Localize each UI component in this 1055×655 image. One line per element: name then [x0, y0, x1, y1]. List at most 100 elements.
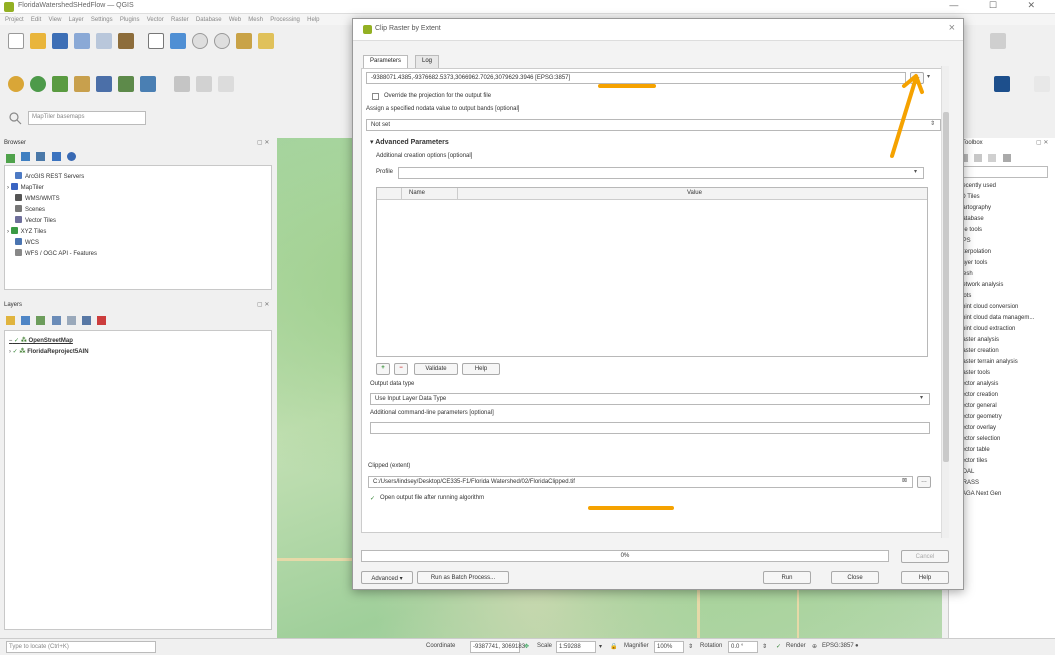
clipping-extent-field[interactable]: -9388071.4385,-9376682.5373,3066962.7026… [366, 72, 906, 84]
edit-pencil-icon[interactable] [174, 76, 190, 92]
render-checkbox[interactable]: ✓ [776, 643, 781, 650]
add-raster-icon[interactable] [30, 76, 46, 92]
run-button[interactable]: Run [763, 571, 811, 584]
browser-item-wms[interactable]: WMS/WMTS [15, 194, 60, 202]
scale-field[interactable]: 1:59288 [556, 641, 596, 653]
toolbox-results-icon[interactable] [988, 154, 997, 162]
magnifier-field[interactable]: 100% [654, 641, 684, 653]
filter-icon[interactable] [36, 152, 46, 161]
collapse-all-layers-icon[interactable] [82, 316, 92, 325]
locator-input[interactable]: Type to locate (Ctrl+K) [6, 641, 156, 653]
open-project-icon[interactable] [30, 33, 46, 49]
override-projection-checkbox[interactable] [372, 93, 379, 100]
add-delimited-text-icon[interactable] [96, 76, 112, 92]
toolbox-item[interactable]: Point cloud data managem... [958, 315, 1034, 321]
remove-option-icon[interactable]: − [394, 363, 408, 375]
nodata-field[interactable]: Not set [366, 119, 941, 131]
layer-checkbox-florida[interactable]: ✓ [13, 349, 18, 355]
browser-item-xyz[interactable]: › XYZ Tiles [7, 227, 46, 235]
edit-tools-icon[interactable] [196, 76, 212, 92]
dialog-scrollbar[interactable] [941, 66, 949, 538]
new-geopackage-icon[interactable] [118, 76, 134, 92]
expand-all-icon[interactable] [66, 316, 76, 325]
clipped-output-path[interactable]: C:/Users/lindsey/Desktop/CE335-F1/Florid… [368, 476, 913, 488]
help-button[interactable]: Help [901, 571, 949, 584]
toolbox-item[interactable]: Point cloud extraction [958, 326, 1015, 332]
maptiler-search-input[interactable]: MapTiler basemaps [28, 111, 146, 125]
zoom-full-icon[interactable] [236, 33, 252, 49]
toolbox-item[interactable]: Point cloud conversion [958, 304, 1018, 310]
python-console-icon[interactable] [994, 76, 1010, 92]
cancel-button[interactable]: Cancel [901, 550, 949, 563]
help-small-button[interactable]: Help [462, 363, 500, 375]
toolbox-item[interactable]: Raster analysis [958, 337, 999, 343]
layer-item-florida[interactable]: › ✓ ⁂ FloridaReproject5AIN [9, 348, 89, 355]
profile-dropdown-icon[interactable]: ▾ [914, 168, 917, 175]
dialog-close-icon[interactable]: × [949, 22, 955, 34]
remove-layer-icon[interactable] [97, 316, 107, 325]
pan-to-selection-icon[interactable] [170, 33, 186, 49]
save-project-icon[interactable] [52, 33, 68, 49]
scale-dropdown-icon[interactable]: ▾ [599, 643, 602, 650]
crs-globe-icon[interactable]: ⊕ [812, 643, 817, 650]
zoom-out-icon[interactable] [214, 33, 230, 49]
lock-scale-icon[interactable]: 🔒 [610, 643, 617, 650]
toolbox-item[interactable]: Network analysis [958, 282, 1003, 288]
add-vector-icon[interactable] [52, 76, 68, 92]
toolbox-item[interactable]: Vector analysis [958, 381, 998, 387]
crs-label[interactable]: EPSG:3857 [822, 643, 854, 649]
browser-item-maptiler[interactable]: › MapTiler [7, 183, 44, 191]
window-controls[interactable]: — ☐ ✕ [949, 0, 1049, 11]
new-shapefile-icon[interactable] [140, 76, 156, 92]
toolbar-overflow-icon[interactable] [1034, 76, 1050, 92]
dialog-scroll-thumb[interactable] [943, 112, 949, 462]
digitize-icon[interactable] [74, 76, 90, 92]
toolbox-item[interactable]: Raster terrain analysis [958, 359, 1018, 365]
manage-themes-icon[interactable] [36, 316, 46, 325]
zoom-to-layer-icon[interactable] [258, 33, 274, 49]
validate-button[interactable]: Validate [414, 363, 458, 375]
rotation-spinner-icon[interactable]: ⇕ [762, 643, 767, 650]
toolbox-item[interactable]: Vector selection [958, 436, 1000, 442]
layer-item-osm[interactable]: – ✓ ⁂ OpenStreetMap [9, 337, 73, 344]
browser-item-wfs[interactable]: WFS / OGC API - Features [15, 249, 97, 257]
toolbox-settings-icon[interactable] [1002, 154, 1011, 162]
filter-legend-icon[interactable] [51, 316, 61, 325]
new-print-layout-icon[interactable] [74, 33, 90, 49]
advanced-dropdown-button[interactable]: Advanced ▾ [361, 571, 413, 584]
properties-icon[interactable] [66, 152, 76, 161]
browser-item-vector-tiles[interactable]: Vector Tiles [15, 216, 56, 224]
coordinate-field[interactable]: -9387741, 3069183 [470, 641, 525, 653]
pan-map-icon[interactable] [148, 33, 164, 49]
output-type-dropdown-icon[interactable]: ▾ [920, 394, 923, 401]
browser-item-arcgis[interactable]: ArcGIS REST Servers [15, 172, 84, 180]
add-option-icon[interactable]: + [376, 363, 390, 375]
style-manager-icon[interactable] [118, 33, 134, 49]
toolbox-panel-controls[interactable]: ▢ ✕ [1036, 139, 1048, 146]
layers-panel-controls[interactable]: ▢ ✕ [257, 301, 269, 308]
messages-icon[interactable]: ● [855, 643, 859, 649]
toolbox-item[interactable]: Vector geometry [958, 414, 1002, 420]
tab-parameters[interactable]: Parameters [363, 55, 409, 68]
browser-item-scenes[interactable]: Scenes [15, 205, 45, 213]
refresh-icon[interactable] [21, 152, 31, 161]
extents-icon[interactable]: ✥ [524, 643, 529, 650]
browser-panel-controls[interactable]: ▢ ✕ [257, 139, 269, 146]
new-project-icon[interactable] [8, 33, 24, 49]
browser-item-wcs[interactable]: WCS [15, 238, 39, 246]
add-group-icon[interactable] [21, 316, 31, 325]
layout-manager-icon[interactable] [96, 33, 112, 49]
toolbox-search-input[interactable] [958, 166, 1048, 178]
toolbar-right-icon[interactable] [990, 33, 1006, 49]
cmdline-input[interactable] [370, 422, 930, 434]
toolbox-item[interactable]: Vector creation [958, 392, 998, 398]
collapse-all-icon[interactable] [51, 152, 61, 161]
rotation-field[interactable]: 0.0 ° [728, 641, 758, 653]
toolbox-item[interactable]: Raster creation [958, 348, 999, 354]
tab-log[interactable]: Log [415, 55, 440, 68]
output-options-icon[interactable]: ⊠ [902, 477, 907, 484]
layer-style-icon[interactable] [6, 316, 15, 325]
nodata-spinner-icon[interactable]: ⇕ [930, 120, 935, 127]
toolbox-item[interactable]: SAGA Next Gen [958, 491, 1001, 497]
zoom-in-icon[interactable] [192, 33, 208, 49]
